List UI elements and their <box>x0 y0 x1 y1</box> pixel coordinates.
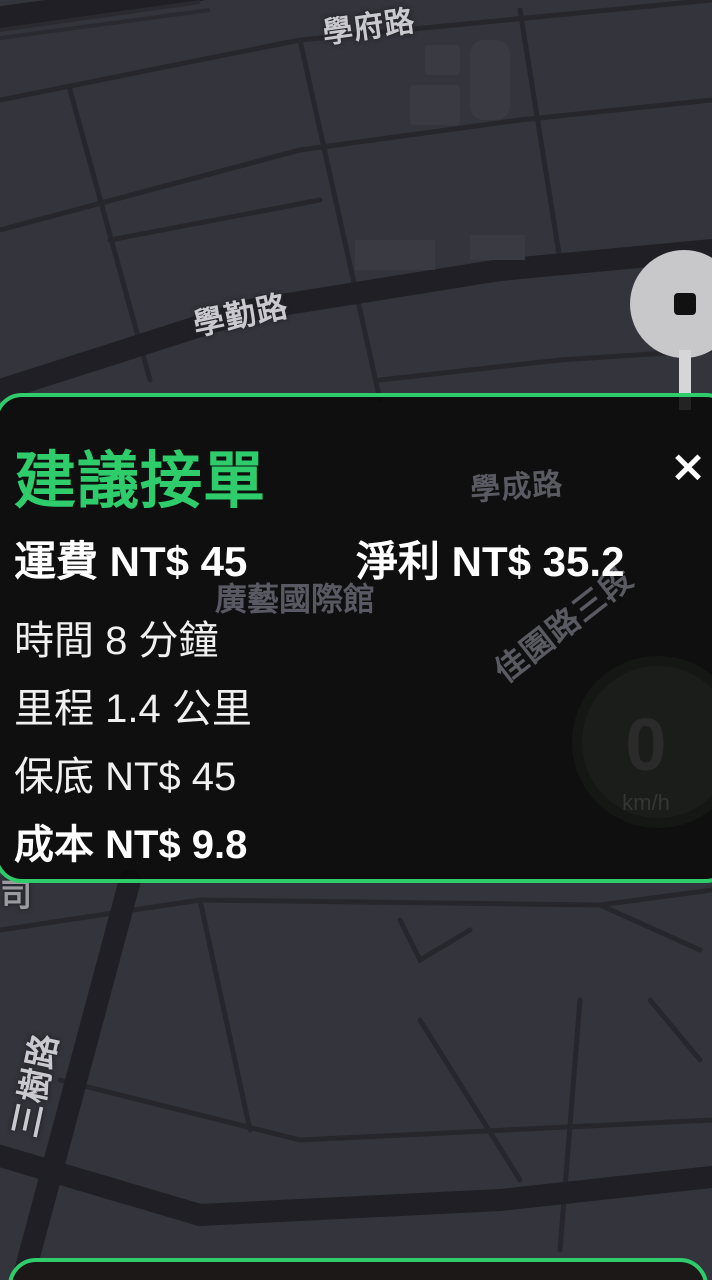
map-screen[interactable]: 學府路 學勤路 三樹路 司 廣藝國際館 學成路 佳園路三段 0 km/h 建議接… <box>0 0 712 1280</box>
fare-label: 運費 NT$ 45 <box>14 538 248 585</box>
pin-center-icon <box>674 293 696 315</box>
close-icon[interactable]: × <box>668 442 708 492</box>
speed-unit: km/h <box>622 790 670 815</box>
distance-label: 里程 1.4 公里 <box>14 687 252 731</box>
card-title: 建議接單 <box>14 444 267 517</box>
road-label-xuecheng: 學成路 <box>469 466 565 509</box>
time-label: 時間 8 分鐘 <box>14 619 219 663</box>
bottom-panel[interactable] <box>8 1258 708 1280</box>
net-profit-label: 淨利 NT$ 35.2 <box>356 538 625 585</box>
guarantee-label: 保底 NT$ 45 <box>14 755 237 799</box>
speed-value: 0 <box>625 703 667 786</box>
cost-label: 成本 NT$ 9.8 <box>14 823 248 867</box>
